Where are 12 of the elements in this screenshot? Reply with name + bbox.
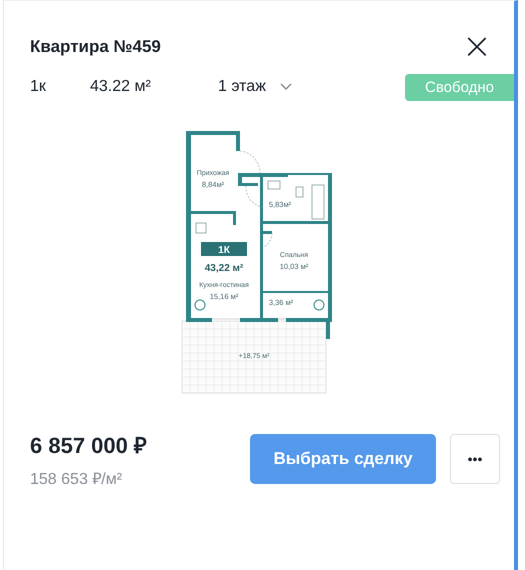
apartment-title: Квартира №459 [30,37,161,57]
chevron-down-icon[interactable] [280,83,292,91]
price-per-square-meter: 158 653 ₽/м² [30,470,124,489]
total-area-label: 43,22 м² [204,263,244,274]
room-count: 1к [30,78,47,96]
unit-type-badge: 1К [201,242,247,256]
price: 6 857 000 ₽ [30,432,148,459]
floor-selector[interactable]: 1 этаж [218,78,266,96]
status-badge: Свободно [405,74,514,100]
apartment-area: 43.22 м² [90,78,218,96]
close-button[interactable]: × [462,32,492,62]
more-button[interactable]: ••• [450,434,500,484]
